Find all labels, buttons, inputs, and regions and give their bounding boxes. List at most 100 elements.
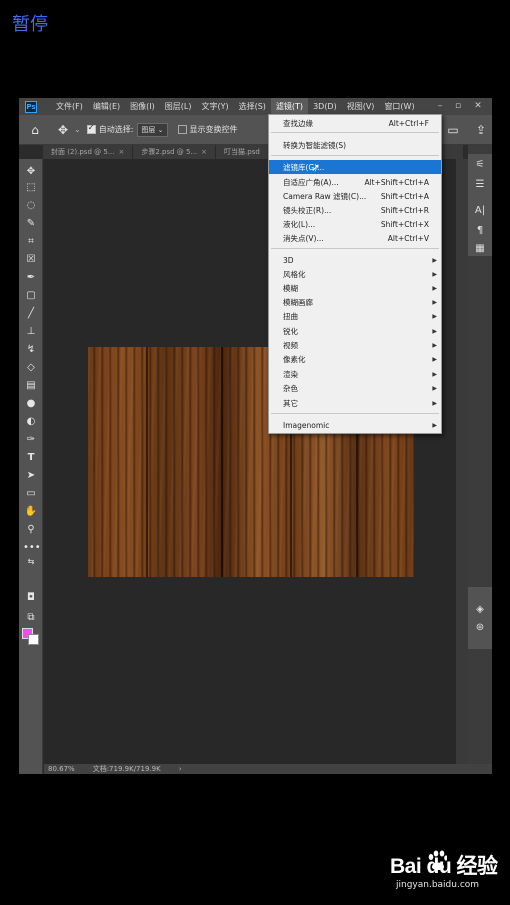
tab-document[interactable]: 步骤2.psd @ 5... × bbox=[133, 145, 217, 159]
menu-file[interactable]: 文件(F) bbox=[51, 98, 88, 115]
menu-item-camera-raw[interactable]: Camera Raw 滤镜(C)... Shift+Ctrl+A bbox=[269, 189, 441, 203]
swap-colors-icon[interactable]: ⇆ bbox=[23, 555, 39, 569]
menu-item-liquify[interactable]: 液化(L)... Shift+Ctrl+X bbox=[269, 217, 441, 231]
menu-item-filter-gallery[interactable]: 滤镜库(G)... ➚ bbox=[269, 160, 441, 174]
menu-item-find-edges[interactable]: 查找边缘 Alt+Ctrl+F bbox=[269, 116, 441, 130]
menu-item-lens-correction[interactable]: 镜头校正(R)... Shift+Ctrl+R bbox=[269, 203, 441, 217]
restore-icon[interactable]: ▫ bbox=[451, 98, 465, 115]
document-info[interactable]: 文档:719.9K/719.9K bbox=[93, 764, 161, 774]
menu-item-distort[interactable]: 扭曲 ▶ bbox=[269, 309, 441, 323]
history-brush-tool-icon[interactable]: ↯ bbox=[23, 343, 39, 357]
share-icon[interactable]: ⇪ bbox=[471, 123, 491, 137]
brush-settings-icon[interactable]: ⚟ bbox=[472, 158, 488, 172]
menu-filter[interactable]: 滤镜(T) bbox=[270, 98, 309, 115]
menu-edit[interactable]: 编辑(E) bbox=[88, 98, 125, 115]
submenu-arrow-icon: ▶ bbox=[432, 355, 437, 363]
dodge-tool-icon[interactable]: ◐ bbox=[23, 415, 39, 429]
quick-mask-icon[interactable]: ◘ bbox=[23, 591, 39, 605]
right-panel-dock: ⚟ ☰ A| ¶ ▦ ◈ ⊛ bbox=[468, 145, 492, 774]
tab-document[interactable]: 封面 (2).psd @ 5... × bbox=[43, 145, 134, 159]
menu-item-label: 模糊 bbox=[283, 283, 298, 293]
rectangle-tool-icon[interactable]: ▭ bbox=[23, 487, 39, 501]
menu-item-sharpen[interactable]: 锐化 ▶ bbox=[269, 324, 441, 338]
home-icon[interactable]: ⌂ bbox=[25, 123, 45, 137]
menu-item-render[interactable]: 渲染 ▶ bbox=[269, 367, 441, 381]
type-tool-icon[interactable]: T bbox=[23, 451, 39, 465]
glyphs-icon[interactable]: ▦ bbox=[472, 242, 488, 256]
menu-type[interactable]: 文字(Y) bbox=[196, 98, 233, 115]
submenu-arrow-icon: ▶ bbox=[432, 341, 437, 349]
menu-item-convert-smart-filter[interactable]: 转换为智能滤镜(S) bbox=[269, 138, 441, 152]
brush-tool-icon[interactable]: ╱ bbox=[23, 307, 39, 321]
menu-item-vanishing-point[interactable]: 消失点(V)... Alt+Ctrl+V bbox=[269, 231, 441, 245]
pause-label[interactable]: 暂停 bbox=[12, 10, 48, 36]
adjustments-icon[interactable]: ☰ bbox=[472, 178, 488, 192]
menu-view[interactable]: 视图(V) bbox=[342, 98, 380, 115]
menu-3d[interactable]: 3D(D) bbox=[308, 98, 342, 115]
menu-item-imagenomic[interactable]: Imagenomic ▶ bbox=[269, 418, 441, 432]
move-tool-icon[interactable]: ✥ bbox=[23, 165, 39, 179]
panel-group-layers: ◈ ⊛ bbox=[468, 587, 492, 649]
hand-tool-icon[interactable]: ✋ bbox=[23, 505, 39, 519]
close-icon[interactable]: ✕ bbox=[471, 98, 485, 115]
move-tool-icon[interactable]: ✥ bbox=[53, 123, 73, 137]
character-icon[interactable]: A| bbox=[472, 204, 488, 218]
tools-panel: ✥ ⬚ ◌ ✎ ⌗ ☒ ✒ ▢ ╱ ⊥ ↯ ◇ ▤ ● ◐ ✑ T ➤ ▭ ✋ … bbox=[19, 159, 43, 774]
background-color-swatch[interactable] bbox=[28, 634, 39, 645]
vertical-scrollbar[interactable] bbox=[456, 159, 468, 764]
close-icon[interactable]: × bbox=[201, 148, 207, 156]
chevron-right-icon[interactable]: › bbox=[179, 765, 182, 773]
tab-document[interactable]: 叮当猫.psd bbox=[216, 145, 269, 159]
paragraph-icon[interactable]: ¶ bbox=[472, 224, 488, 238]
healing-brush-tool-icon[interactable]: ▢ bbox=[23, 289, 39, 303]
menu-item-pixelate[interactable]: 像素化 ▶ bbox=[269, 352, 441, 366]
close-icon[interactable]: × bbox=[118, 148, 124, 156]
watermark-url: jingyan.baidu.com bbox=[396, 880, 480, 890]
path-select-tool-icon[interactable]: ➤ bbox=[23, 469, 39, 483]
quick-select-tool-icon[interactable]: ✎ bbox=[23, 217, 39, 231]
crop-tool-icon[interactable]: ⌗ bbox=[23, 235, 39, 249]
menu-item-label: 像素化 bbox=[283, 354, 306, 364]
zoom-tool-icon[interactable]: ⚲ bbox=[23, 523, 39, 537]
menu-image[interactable]: 图像(I) bbox=[125, 98, 160, 115]
chevron-down-icon[interactable]: ⌄ bbox=[74, 125, 81, 134]
menu-item-blur[interactable]: 模糊 ▶ bbox=[269, 281, 441, 295]
menu-window[interactable]: 窗口(W) bbox=[379, 98, 419, 115]
show-transform-label: 显示变换控件 bbox=[189, 125, 238, 134]
menu-divider bbox=[271, 132, 439, 133]
menu-select[interactable]: 选择(S) bbox=[234, 98, 271, 115]
eyedropper-tool-icon[interactable]: ✒ bbox=[23, 271, 39, 285]
auto-select-dropdown[interactable]: 图层 ⌄ bbox=[137, 122, 168, 137]
blur-tool-icon[interactable]: ● bbox=[23, 397, 39, 411]
layers-icon[interactable]: ◈ bbox=[472, 603, 488, 617]
stamp-tool-icon[interactable]: ⊥ bbox=[23, 325, 39, 339]
marquee-tool-icon[interactable]: ⬚ bbox=[23, 181, 39, 195]
screen-mode-icon[interactable]: ⧉ bbox=[23, 611, 39, 625]
menu-item-label: 扭曲 bbox=[283, 311, 298, 321]
menu-item-noise[interactable]: 杂色 ▶ bbox=[269, 381, 441, 395]
menu-item-3d[interactable]: 3D ▶ bbox=[269, 253, 441, 267]
more-tools-icon[interactable]: ••• bbox=[23, 541, 41, 555]
arrange-icon[interactable]: ▭ bbox=[443, 123, 463, 137]
submenu-arrow-icon: ▶ bbox=[432, 421, 437, 429]
gradient-tool-icon[interactable]: ▤ bbox=[23, 379, 39, 393]
eraser-tool-icon[interactable]: ◇ bbox=[23, 361, 39, 375]
minimize-icon[interactable]: – bbox=[433, 98, 447, 115]
menu-item-blur-gallery[interactable]: 模糊画廊 ▶ bbox=[269, 295, 441, 309]
frame-tool-icon[interactable]: ☒ bbox=[23, 253, 39, 267]
baidu-jingyan-watermark: Bai du 经验 jingyan.baidu.com bbox=[390, 850, 505, 895]
menu-layer[interactable]: 图层(L) bbox=[160, 98, 197, 115]
show-transform-checkbox[interactable] bbox=[177, 125, 187, 134]
menu-item-video[interactable]: 视频 ▶ bbox=[269, 338, 441, 352]
menu-item-other[interactable]: 其它 ▶ bbox=[269, 396, 441, 410]
lasso-tool-icon[interactable]: ◌ bbox=[23, 199, 39, 213]
submenu-arrow-icon: ▶ bbox=[432, 298, 437, 306]
auto-select-checkbox[interactable] bbox=[86, 123, 96, 134]
menu-item-label: 杂色 bbox=[283, 383, 298, 393]
menu-item-adaptive-wide-angle[interactable]: 自适应广角(A)... Alt+Shift+Ctrl+A bbox=[269, 175, 441, 189]
zoom-level[interactable]: 80.67% bbox=[48, 765, 75, 773]
pen-tool-icon[interactable]: ✑ bbox=[23, 433, 39, 447]
wood-seam bbox=[146, 347, 148, 577]
channels-icon[interactable]: ⊛ bbox=[472, 621, 488, 635]
menu-item-stylize[interactable]: 风格化 ▶ bbox=[269, 267, 441, 281]
